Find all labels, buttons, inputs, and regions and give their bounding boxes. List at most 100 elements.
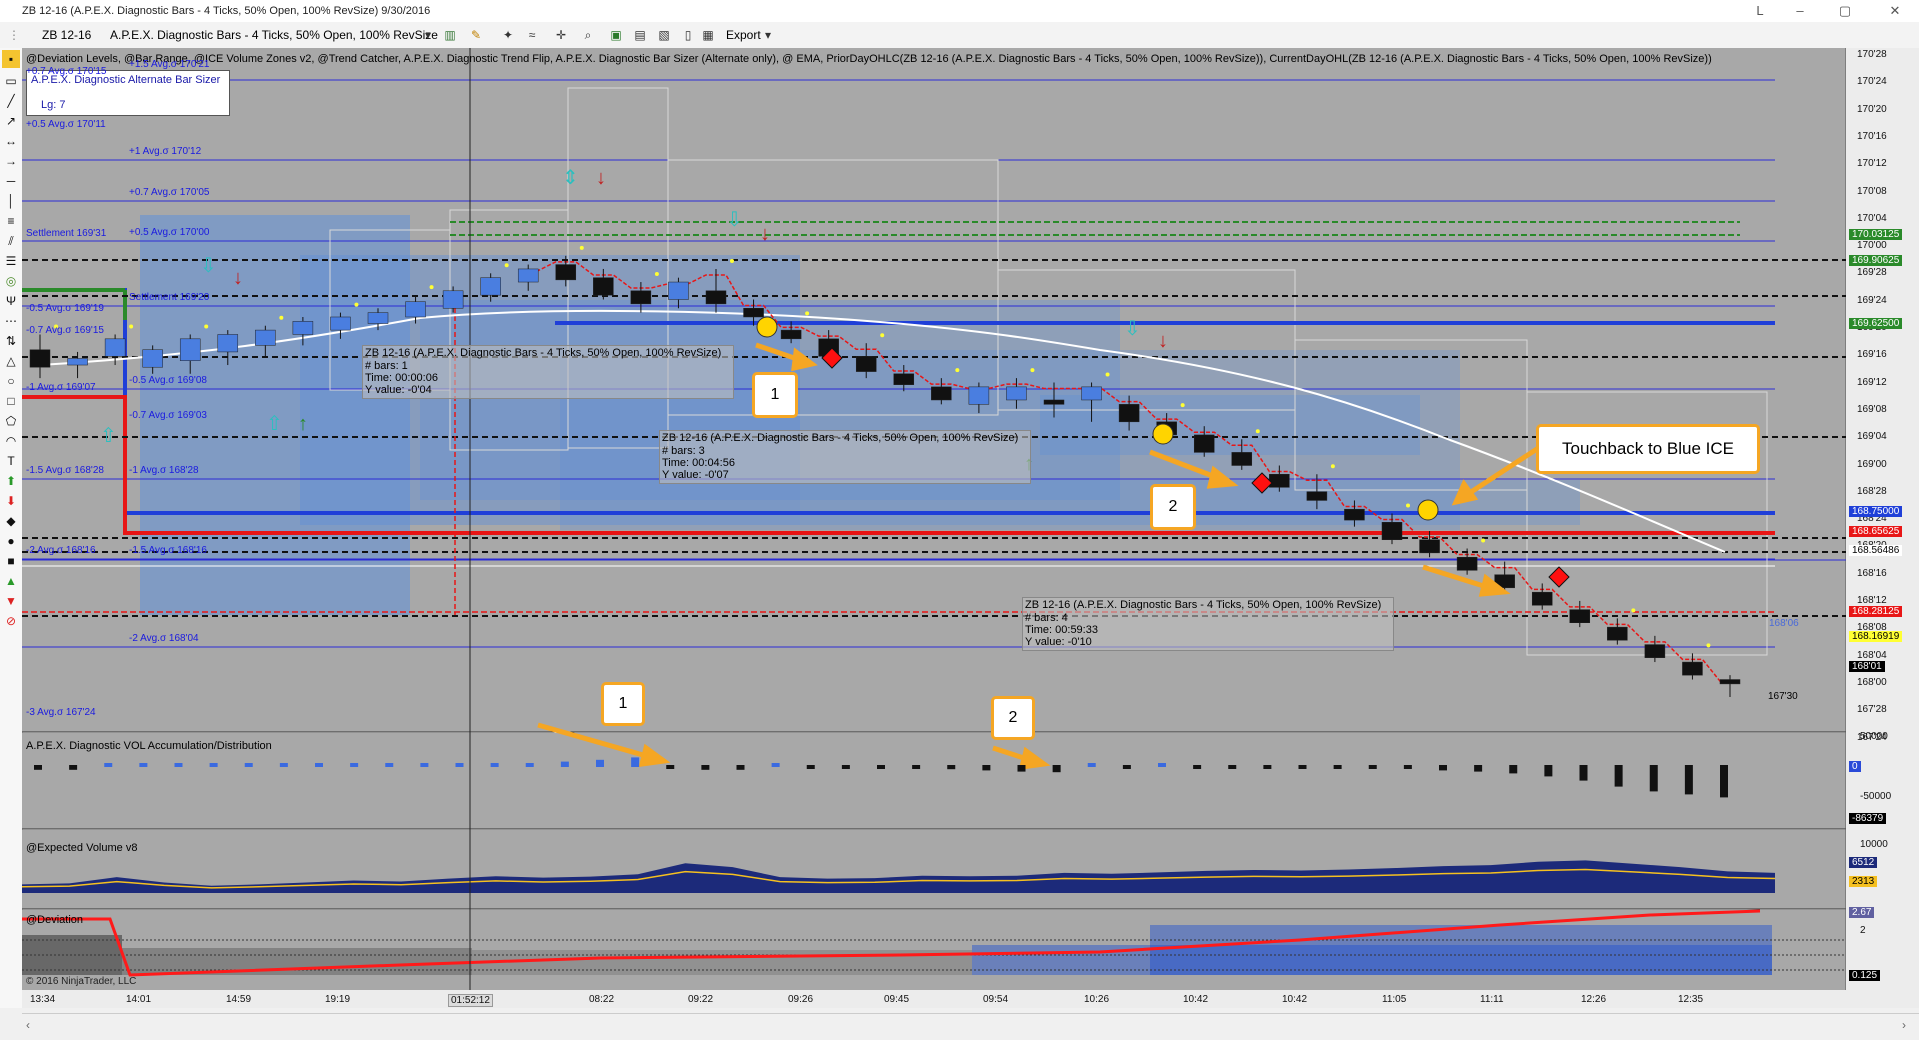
lock-button[interactable]: L bbox=[1745, 2, 1775, 20]
channel-icon[interactable]: ≡ bbox=[2, 212, 20, 230]
bars-icon[interactable]: ▥ bbox=[442, 27, 458, 43]
vol-bar bbox=[525, 763, 534, 767]
dot-icon[interactable]: ● bbox=[2, 532, 20, 550]
time-tick-label: 09:22 bbox=[688, 994, 714, 1005]
arrow-down-icon: ⇩ bbox=[1124, 318, 1141, 340]
scroll-right-icon[interactable]: › bbox=[1902, 1018, 1906, 1032]
price-tag: 168.28125 bbox=[1849, 606, 1903, 617]
vol-histogram bbox=[34, 757, 1728, 798]
time-tick-label: 09:54 bbox=[983, 994, 1009, 1005]
tooltip-time: Time: 00:59:33 bbox=[1025, 624, 1098, 636]
price-tick-label: 169'28 bbox=[1857, 267, 1887, 279]
chevron-down-icon[interactable]: ▾ bbox=[760, 27, 776, 43]
ruler-icon[interactable]: ▭ bbox=[2, 72, 20, 90]
level-label: +0.7 Avg.σ 170'05 bbox=[129, 187, 210, 198]
time-cycles-icon[interactable]: ⋯ bbox=[2, 312, 20, 330]
time-tick-label: 19:19 bbox=[325, 994, 351, 1005]
time-tick-label: 10:42 bbox=[1183, 994, 1209, 1005]
arc-icon[interactable]: ◠ bbox=[2, 432, 20, 450]
rectangle-icon[interactable]: □ bbox=[2, 392, 20, 410]
arrow-up-icon[interactable]: ⬆ bbox=[2, 472, 20, 490]
last-price-label: 167'30 bbox=[1768, 691, 1798, 702]
square-icon[interactable]: ■ bbox=[2, 552, 20, 570]
fibonacci-icon[interactable]: ☰ bbox=[2, 252, 20, 270]
snapshot-icon[interactable]: ▧ bbox=[656, 27, 672, 43]
candle-body bbox=[1531, 591, 1553, 606]
window-titlebar: ZB 12-16 (A.P.E.X. Diagnostic Bars - 4 T… bbox=[0, 0, 1919, 23]
scroll-left-icon[interactable]: ‹ bbox=[26, 1018, 30, 1032]
expected-panel-title: @Expected Volume v8 bbox=[26, 842, 138, 854]
polygon-icon[interactable]: ⬠ bbox=[2, 412, 20, 430]
text-tool-icon[interactable]: T bbox=[2, 452, 20, 470]
select-tool-icon[interactable]: ▪ bbox=[2, 50, 20, 68]
signal-arrows: ⇕ ↓ ⇩ ↓ ⇩ ↓ ⇩ ↓ ⇧ ⇧ ↑ ↑ bbox=[100, 167, 1168, 475]
pencil-icon[interactable]: ✎ bbox=[468, 27, 484, 43]
vol-bar bbox=[841, 765, 850, 769]
vol-bar bbox=[174, 763, 183, 767]
strategy-icon[interactable]: ≈ bbox=[524, 27, 540, 43]
price-tag: 169.62500 bbox=[1849, 318, 1903, 329]
diamond-icon[interactable]: ◆ bbox=[2, 512, 20, 530]
maximize-button[interactable]: ▢ bbox=[1830, 2, 1860, 20]
properties-icon[interactable]: ▤ bbox=[632, 27, 648, 43]
vol-bar bbox=[1403, 765, 1412, 769]
candle-body bbox=[1043, 399, 1065, 405]
line-tool-icon[interactable]: ╱ bbox=[2, 92, 20, 110]
triangle-icon[interactable]: △ bbox=[2, 352, 20, 370]
chevron-down-icon[interactable]: ▾ bbox=[420, 27, 436, 43]
toolbar-grip-icon: ⋮ bbox=[8, 28, 20, 42]
vertical-line-icon[interactable]: │ bbox=[2, 192, 20, 210]
time-tick-label: 01:52:12 bbox=[448, 994, 493, 1007]
bar-type-selector[interactable]: A.P.E.X. Diagnostic Bars - 4 Ticks, 50% … bbox=[110, 28, 438, 42]
candle-body bbox=[142, 349, 163, 368]
arrow-line-icon[interactable]: → bbox=[2, 152, 20, 170]
tooltip-bars: # bars: 3 bbox=[662, 445, 705, 457]
crosshair-icon[interactable]: ✛ bbox=[553, 27, 569, 43]
regression-icon[interactable]: ⫽ bbox=[2, 232, 20, 250]
ray-icon[interactable]: ↗ bbox=[2, 112, 20, 130]
candle-body bbox=[1344, 508, 1365, 521]
extended-line-icon[interactable]: ↔ bbox=[2, 132, 20, 150]
arrow-up-icon: ⇧ bbox=[266, 413, 283, 435]
template-icon[interactable]: ▦ bbox=[700, 27, 716, 43]
vol-bar bbox=[596, 759, 604, 767]
export-button[interactable]: Export bbox=[726, 28, 761, 42]
vol-bar bbox=[1544, 765, 1553, 777]
time-tick-label: 11:11 bbox=[1480, 994, 1504, 1005]
deviation-panel-title: @Deviation bbox=[26, 914, 84, 926]
indicators-icon[interactable]: ✦ bbox=[500, 27, 516, 43]
chart-trader-icon[interactable]: ▣ bbox=[608, 27, 624, 43]
triangle-up-icon[interactable]: ▲ bbox=[2, 572, 20, 590]
candle-body bbox=[1719, 679, 1741, 685]
horizontal-line-icon[interactable]: ─ bbox=[2, 172, 20, 190]
close-button[interactable]: ✕ bbox=[1880, 2, 1910, 20]
risk-reward-icon[interactable]: ⇅ bbox=[2, 332, 20, 350]
zoom-icon[interactable]: ⌕ bbox=[580, 27, 596, 43]
minimize-button[interactable]: – bbox=[1785, 2, 1815, 20]
pitchfork-icon[interactable]: Ψ bbox=[2, 292, 20, 310]
level-label: -2 Avg.σ 168'16 bbox=[26, 545, 96, 556]
level-label: -0.5 Avg.σ 169'08 bbox=[129, 375, 207, 386]
arrow-down-icon[interactable]: ⬇ bbox=[2, 492, 20, 510]
horizontal-scrollbar[interactable]: ‹ › bbox=[22, 1013, 1919, 1040]
print-icon[interactable]: ▯ bbox=[680, 27, 696, 43]
tooltip-title: ZB 12-16 (A.P.E.X. Diagnostic Bars - 4 T… bbox=[1025, 599, 1382, 611]
level-label: -0.7 Avg.σ 169'15 bbox=[26, 325, 104, 336]
price-tag: 168.65625 bbox=[1849, 526, 1903, 537]
instrument-selector[interactable]: ZB 12-16 bbox=[42, 28, 91, 42]
ellipse-icon[interactable]: ○ bbox=[2, 372, 20, 390]
tooltip-title: ZB 12-16 (A.P.E.X. Diagnostic Bars - 4 T… bbox=[365, 347, 722, 359]
signal-dot bbox=[1105, 372, 1110, 377]
signal-dot bbox=[1330, 464, 1335, 469]
gann-icon[interactable]: ◎ bbox=[2, 272, 20, 290]
price-tick-label: 169'16 bbox=[1857, 349, 1887, 361]
eraser-icon[interactable]: ⊘ bbox=[2, 612, 20, 630]
level-label: -1 Avg.σ 169'07 bbox=[26, 382, 96, 393]
callout-vol-1: 1 bbox=[601, 682, 645, 726]
chart-area[interactable]: ⇕ ↓ ⇩ ↓ ⇩ ↓ ⇩ ↓ ⇧ ⇧ ↑ ↑ bbox=[0, 0, 1919, 1039]
triangle-down-icon[interactable]: ▼ bbox=[2, 592, 20, 610]
level-label: Settlement 169'31 bbox=[26, 228, 107, 239]
deviation-levels bbox=[22, 79, 1846, 648]
vol-bar bbox=[1614, 765, 1623, 787]
expected-volume-line bbox=[21, 868, 1776, 889]
